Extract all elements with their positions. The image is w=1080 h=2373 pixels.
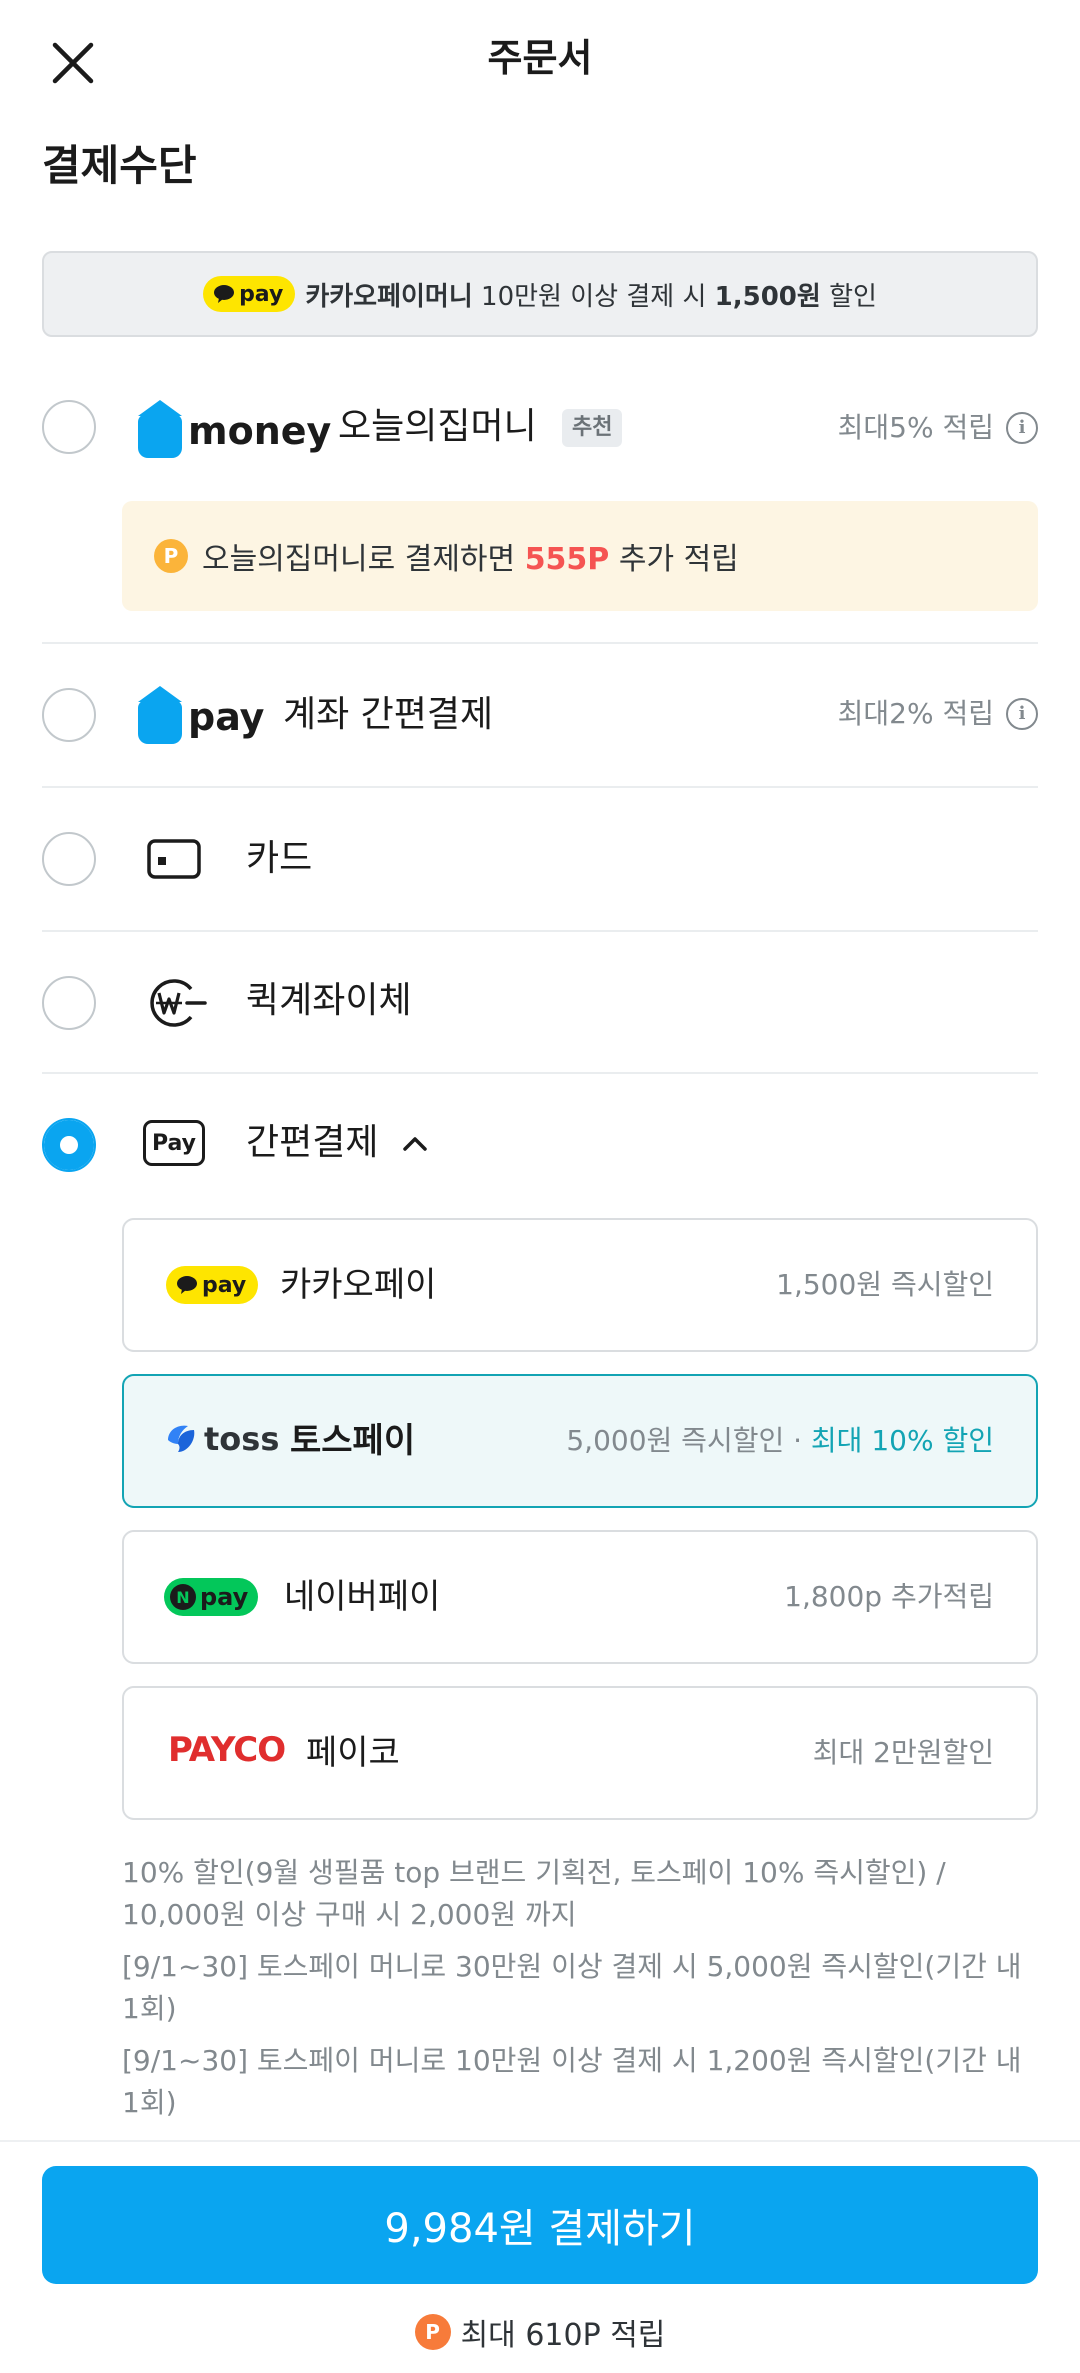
kakaopay-logo-text: pay [239,281,284,307]
pay-button[interactable]: 9,984원 결제하기 [42,2166,1038,2284]
radio-card[interactable] [42,832,96,886]
radio-money[interactable] [42,400,96,454]
option-label: 페이코 [306,1733,400,1773]
won-transfer-icon [140,974,210,1032]
bottom-bar: 9,984원 결제하기 P 최대 610P 적립 [0,2140,1080,2373]
option-benefit: 최대 2만원할인 [812,1736,994,1769]
point-coin-icon: P [154,539,188,573]
promo-brand: 카카오페이머니 [305,281,473,312]
easy-pay-option-naverpay[interactable]: N pay 네이버페이 1,800p 추가적립 [122,1530,1038,1664]
toss-icon [168,1425,195,1452]
radio-quick-transfer[interactable] [42,976,96,1030]
money-note-points: 555P [524,542,610,577]
card-icon [144,834,204,884]
option-benefit: 1,800p 추가적립 [784,1580,994,1613]
speech-bubble-icon [177,1276,197,1294]
method-label-pay: 계좌 간편결제 [283,694,494,735]
option-label: 카카오페이 [280,1265,437,1305]
payco-logo: PAYCO [168,1730,286,1770]
page-title: 주문서 [487,36,593,80]
pay-logo: pay [138,686,265,744]
promo-banner: pay 카카오페이머니 10만원 이상 결제 시 1,500원 할인 [42,251,1038,337]
kakaopay-logo: pay [166,1266,259,1304]
easy-pay-option-kakaopay[interactable]: pay 카카오페이 1,500원 즉시할인 [122,1218,1038,1352]
benefit-note: [9/1~30] 토스페이 머니로 30만원 이상 결제 시 5,000원 즉시… [122,1950,1022,2025]
toss-logo: toss [164,1420,279,1458]
kakaopay-logo-text: pay [202,1272,247,1298]
option-benefit-text: 5,000원 즉시할인 · [566,1424,811,1457]
toss-logo-text: toss [204,1420,280,1458]
option-benefit: 1,500원 즉시할인 [776,1268,994,1301]
promo-condition: 10만원 이상 결제 시 [481,281,707,312]
info-icon[interactable]: i [1006,412,1038,444]
promo-discount: 할인 [829,281,877,312]
divider [42,930,1038,932]
divider [42,1072,1038,1074]
divider [42,786,1038,788]
max-point: P 최대 610P 적립 [0,2310,1080,2354]
pay-logo-text: pay [188,695,265,739]
benefit-note: 10% 할인(9월 생필품 top 브랜드 기획전, 토스페이 10% 즉시할인… [122,1856,946,1931]
info-icon[interactable]: i [1006,698,1038,730]
naver-n-icon: N [170,1584,196,1610]
pay-benefit-text: 최대2% 적립 [837,697,994,730]
benefit-note: [9/1~30] 토스페이 머니로 10만원 이상 결제 시 1,200원 즉시… [122,2044,1022,2119]
option-benefit: 5,000원 즉시할인 · 최대 10% 할인 [566,1420,994,1462]
header: 주문서 [0,0,1080,118]
method-label-money: 오늘의집머니 [338,406,537,447]
promo-amount: 1,500원 [714,281,821,312]
easy-pay-option-tosspay[interactable]: toss 토스페이 5,000원 즉시할인 · 최대 10% 할인 [122,1374,1038,1508]
option-benefit-highlight: 최대 10% 할인 [810,1424,994,1457]
pay-benefit: 최대2% 적립 i [838,694,1038,734]
house-icon [138,686,182,744]
section-title: 결제수단 [42,141,197,190]
money-note-prefix: 오늘의집머니로 결제하면 [202,542,516,577]
method-label-quick-transfer: 퀵계좌이체 [246,980,412,1021]
money-logo-text: money [188,409,332,453]
house-icon [138,400,182,458]
radio-easy-pay[interactable] [42,1118,96,1172]
option-label: 토스페이 [290,1421,416,1461]
recommend-badge: 추천 [562,409,623,447]
option-label: 네이버페이 [284,1577,441,1617]
max-point-text: 최대 610P 적립 [460,2318,666,2353]
naverpay-logo-text: pay [200,1583,249,1611]
radio-pay[interactable] [42,688,96,742]
speech-bubble-icon [214,285,235,303]
point-coin-icon: P [414,2314,451,2350]
money-note-suffix: 추가 적립 [618,542,739,577]
pay-icon: Pay [142,1118,206,1168]
method-label-easy-pay[interactable]: 간편결제 [246,1118,378,1168]
money-benefit: 최대5% 적립 i [838,408,1038,448]
kakaopay-logo: pay [203,276,296,312]
divider [42,642,1038,644]
pay-icon-text: Pay [143,1120,205,1166]
money-benefit-text: 최대5% 적립 [837,411,994,444]
easy-pay-option-payco[interactable]: PAYCO 페이코 최대 2만원할인 [122,1686,1038,1820]
method-label-card: 카드 [246,838,313,879]
chevron-up-icon[interactable] [398,1128,432,1158]
money-note: P 오늘의집머니로 결제하면 555P 추가 적립 [122,501,1038,611]
money-logo: money [138,400,332,458]
naverpay-logo: N pay [164,1578,259,1616]
payco-logo-text: PAYCO [168,1730,286,1770]
